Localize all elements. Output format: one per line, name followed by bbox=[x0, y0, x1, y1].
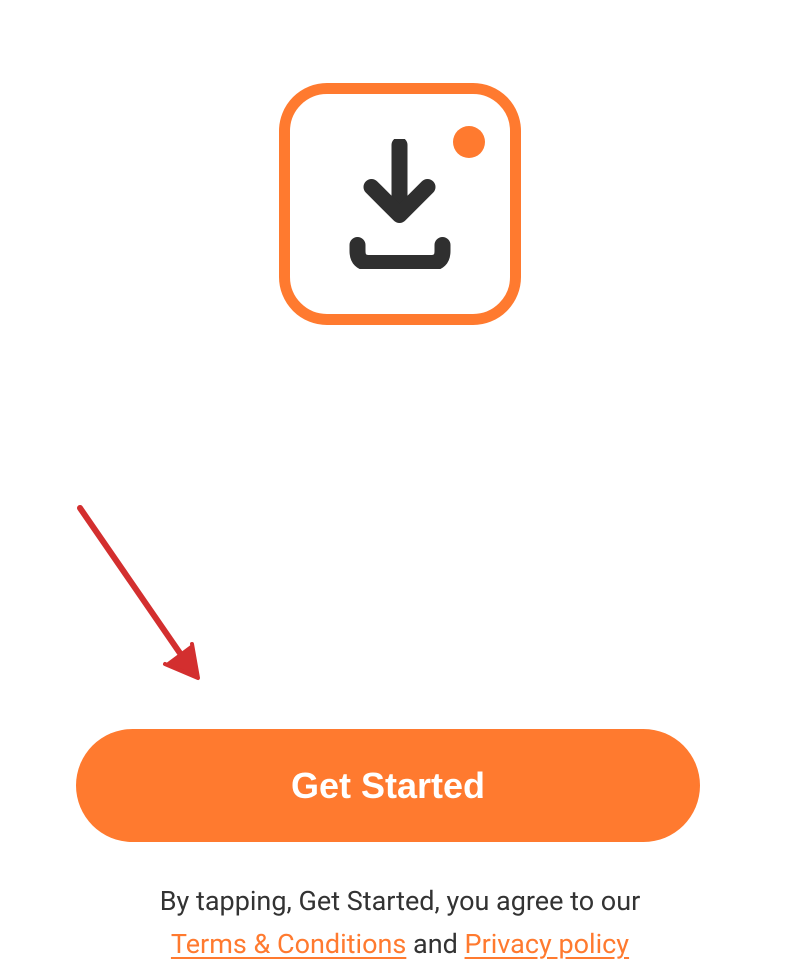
app-logo bbox=[279, 83, 521, 325]
get-started-button[interactable]: Get Started bbox=[76, 729, 700, 842]
agreement-and: and bbox=[406, 928, 464, 960]
annotation-arrow-icon bbox=[70, 500, 230, 700]
privacy-link[interactable]: Privacy policy bbox=[465, 928, 630, 960]
download-icon bbox=[348, 139, 453, 269]
terms-link[interactable]: Terms & Conditions bbox=[171, 928, 406, 960]
app-logo-inner bbox=[290, 94, 510, 314]
agreement-prefix: By tapping, Get Started, you agree to ou… bbox=[160, 885, 641, 917]
agreement-text: By tapping, Get Started, you agree to ou… bbox=[0, 880, 800, 966]
notification-dot-icon bbox=[453, 126, 485, 158]
